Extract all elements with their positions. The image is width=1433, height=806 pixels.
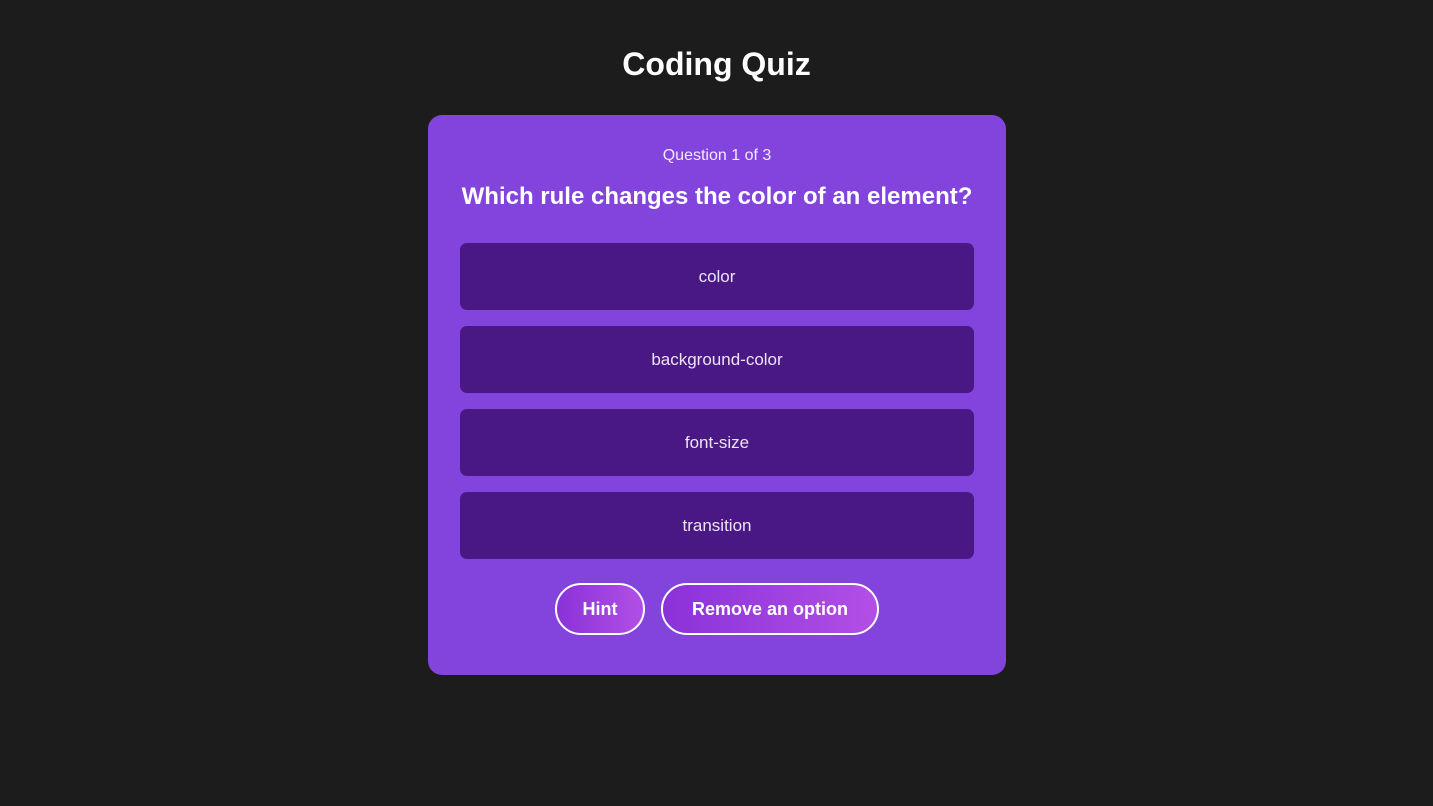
question-counter-total: 3 [762,147,772,164]
answer-option-transition[interactable]: transition [460,492,974,559]
answer-option-background-color[interactable]: background-color [460,326,974,393]
answer-option-color[interactable]: color [460,243,974,310]
question-counter-separator: of [744,147,758,164]
answer-option-font-size[interactable]: font-size [460,409,974,476]
page-title: Coding Quiz [622,46,811,82]
question-counter-current: 1 [731,147,741,164]
hint-button[interactable]: Hint [555,583,645,635]
question-counter-prefix: Question [662,147,727,164]
question-text: Which rule changes the color of an eleme… [461,183,973,210]
remove-option-button[interactable]: Remove an option [661,583,879,635]
question-counter: Question 1 of 3 [428,146,1006,166]
